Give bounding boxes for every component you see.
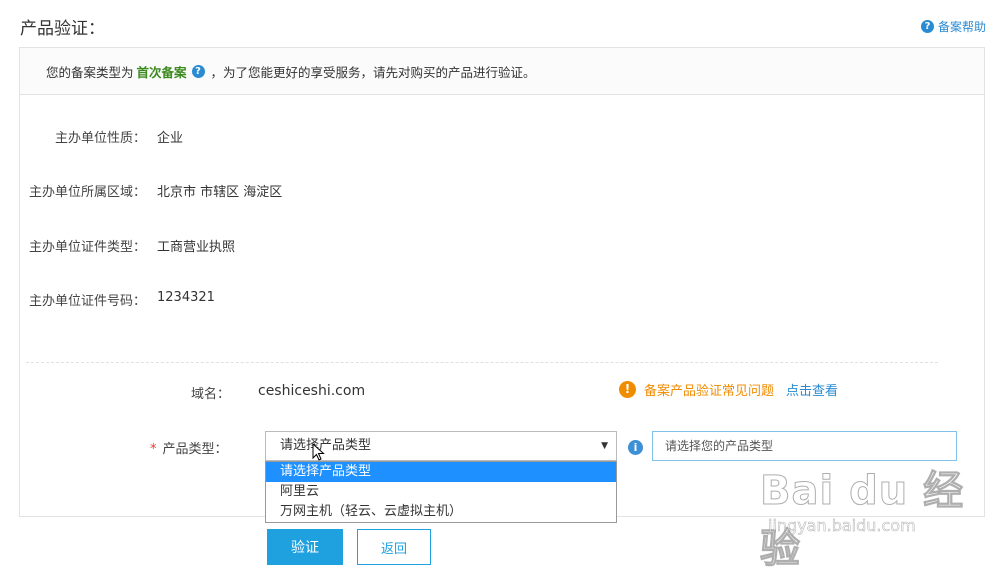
dropdown-option[interactable]: 阿里云 xyxy=(266,482,616,502)
notice-suffix: ，为了您能更好的享受服务，请先对购买的产品进行验证。 xyxy=(210,64,536,80)
verify-button[interactable]: 验证 xyxy=(267,529,343,565)
field-row-org-region: 主办单位所属区域： 北京市 市辖区 海淀区 xyxy=(26,181,282,200)
domain-label: 域名： xyxy=(190,387,230,402)
field-label: 主办单位性质： xyxy=(54,131,146,146)
field-row-org-nature: 主办单位性质： 企业 xyxy=(26,127,183,146)
page-title: 产品验证： xyxy=(20,19,105,39)
watermark-sub: jingyan.baidu.com xyxy=(768,516,916,536)
mouse-cursor-icon xyxy=(312,443,325,461)
back-button[interactable]: 返回 xyxy=(357,529,431,565)
faq-link[interactable]: 点击查看 xyxy=(786,380,838,399)
filing-type: 首次备案 xyxy=(136,64,187,80)
required-mark: * xyxy=(150,442,157,457)
domain-value: ceshiceshi.com xyxy=(258,383,366,399)
question-icon[interactable]: ? xyxy=(191,64,205,78)
dropdown-option[interactable]: 请选择产品类型 xyxy=(266,462,616,482)
field-value: 北京市 市辖区 海淀区 xyxy=(157,185,283,200)
product-type-hint: 请选择您的产品类型 xyxy=(652,431,957,461)
product-type-dropdown: 请选择产品类型 阿里云 万网主机（轻云、云虚拟主机） xyxy=(265,461,617,523)
field-value: 工商营业执照 xyxy=(157,240,236,255)
faq-text: 备案产品验证常见问题 xyxy=(644,384,775,399)
product-type-label-text: 产品类型： xyxy=(162,442,228,457)
notice-prefix: 您的备案类型为 xyxy=(46,64,134,80)
field-label: 主办单位证件类型： xyxy=(28,240,146,255)
field-value: 1234321 xyxy=(157,290,215,305)
field-row-cert-type: 主办单位证件类型： 工商营业执照 xyxy=(26,236,235,255)
field-label: 主办单位所属区域： xyxy=(28,185,146,200)
faq-notice: ! 备案产品验证常见问题 点击查看 xyxy=(619,380,838,399)
info-icon: i xyxy=(628,440,643,455)
field-row-cert-number: 主办单位证件号码： 1234321 xyxy=(26,290,215,309)
field-value: 企业 xyxy=(157,131,184,146)
field-label: 主办单位证件号码： xyxy=(28,294,146,309)
filing-help-link[interactable]: ? 备案帮助 xyxy=(920,18,986,35)
filing-type-notice: 您的备案类型为 首次备案 ? ，为了您能更好的享受服务，请先对购买的产品进行验证… xyxy=(20,48,984,95)
info-icon: ! xyxy=(619,381,636,398)
dropdown-option[interactable]: 万网主机（轻云、云虚拟主机） xyxy=(266,502,616,522)
filing-help-label: 备案帮助 xyxy=(937,20,986,34)
question-icon: ? xyxy=(920,20,934,33)
chevron-down-icon: ▼ xyxy=(601,441,608,451)
product-type-label: * 产品类型： xyxy=(150,438,228,457)
section-divider xyxy=(26,362,938,363)
